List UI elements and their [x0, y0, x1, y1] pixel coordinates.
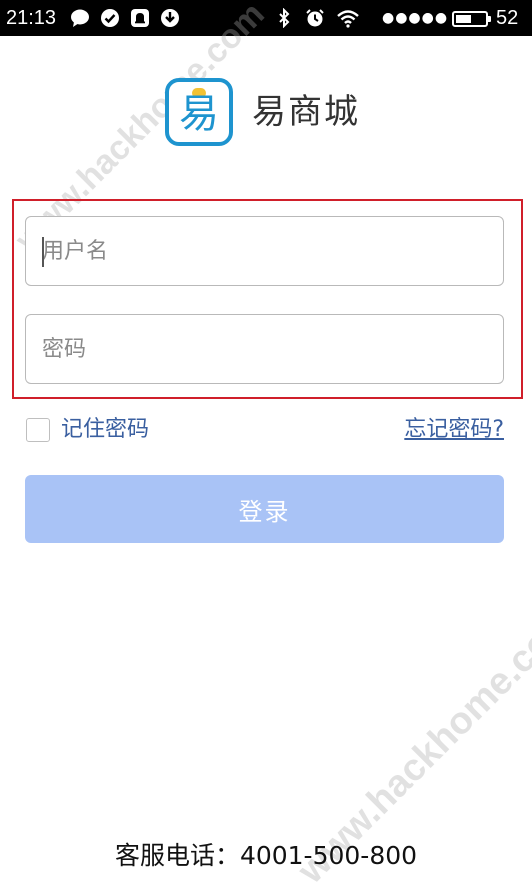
- chat-bubble-icon: [71, 9, 89, 27]
- forgot-password-link[interactable]: 忘记密码?: [404, 414, 504, 446]
- login-button[interactable]: 登录: [25, 475, 504, 543]
- customer-service-phone: 客服电话：4001-500-800: [114, 841, 418, 870]
- check-circle-icon: [101, 9, 119, 27]
- username-input[interactable]: [25, 216, 504, 286]
- alarm-icon: [306, 9, 324, 27]
- app-name: 易商城: [252, 92, 360, 132]
- remember-password-checkbox[interactable]: [26, 418, 50, 442]
- download-icon: [161, 9, 179, 27]
- status-time: 21:13: [6, 7, 57, 29]
- bell-icon: [131, 9, 149, 27]
- remember-password-label[interactable]: 记住密码: [61, 414, 149, 446]
- battery-percent: 52: [496, 7, 519, 29]
- password-input[interactable]: [25, 314, 504, 384]
- app-logo-icon: 易: [165, 78, 233, 146]
- bluetooth-icon: [279, 8, 290, 28]
- signal-strength: ●●●●●: [382, 10, 449, 26]
- logo-glyph: 易: [179, 91, 219, 137]
- battery-tip: [488, 16, 491, 22]
- battery-level: [456, 15, 471, 23]
- wifi-icon: [337, 10, 359, 28]
- battery-icon: [452, 11, 491, 27]
- login-screen: 21:13 ●●●●● 52 www.hackhome.com www.hack…: [0, 0, 532, 892]
- text-cursor: [42, 237, 44, 267]
